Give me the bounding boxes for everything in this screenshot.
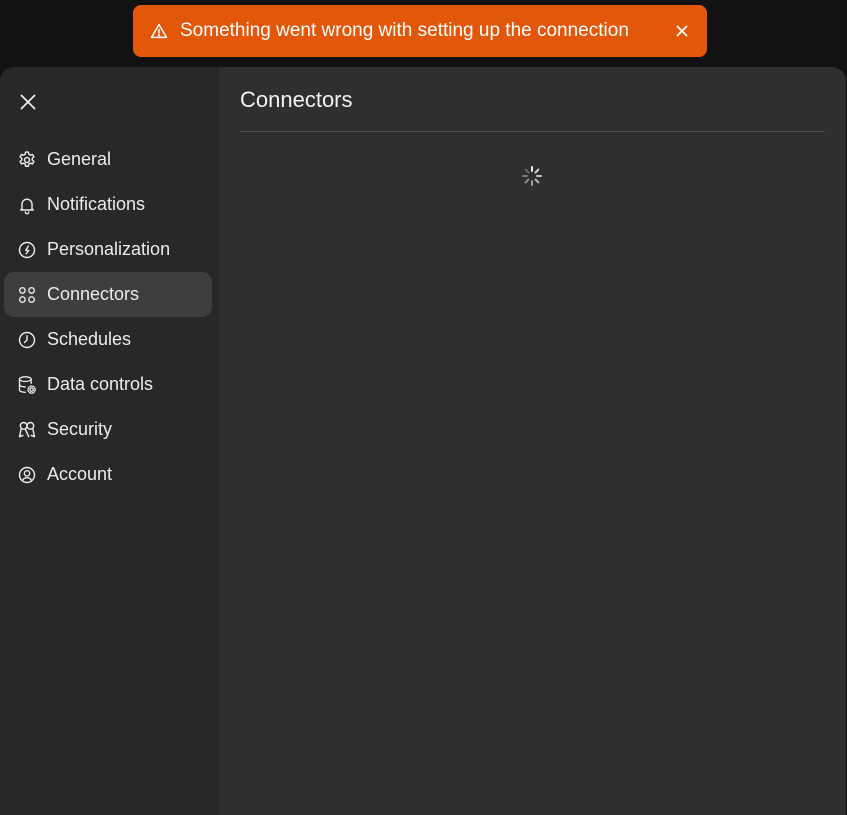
sidebar-item-label: Personalization [47, 239, 171, 259]
sidebar-item-security[interactable]: Security [4, 407, 212, 452]
sidebar-item-label: Schedules [47, 329, 132, 349]
account-icon [16, 464, 38, 486]
connectors-icon [16, 284, 38, 306]
warning-triangle-icon [149, 21, 169, 41]
sidebar-item-data-controls[interactable]: Data controls [4, 362, 212, 407]
sidebar-item-label: Connectors [47, 284, 140, 304]
page-title: Connectors [240, 87, 353, 112]
sidebar-item-account[interactable]: Account [4, 452, 212, 497]
sidebar-item-notifications[interactable]: Notifications [4, 182, 212, 227]
sidebar-item-label: Notifications [47, 194, 146, 214]
toast-close-button[interactable] [673, 22, 691, 40]
bell-icon [16, 194, 38, 216]
toast-message: Something went wrong with setting up the… [180, 20, 629, 41]
sidebar-item-label: General [47, 149, 112, 169]
close-icon [20, 94, 36, 110]
sidebar-item-personalization[interactable]: Personalization [4, 227, 212, 272]
sidebar-item-schedules[interactable]: Schedules [4, 317, 212, 362]
settings-content: Connectors [219, 67, 846, 815]
close-settings-button[interactable] [14, 88, 42, 116]
sidebar-item-label: Security [47, 419, 113, 439]
settings-nav: General Notifications Personalization Co… [4, 137, 212, 497]
sidebar-item-label: Data controls [47, 374, 154, 394]
sidebar-item-general[interactable]: General [4, 137, 212, 182]
personalization-icon [16, 239, 38, 261]
sidebar-item-connectors[interactable]: Connectors [4, 272, 212, 317]
settings-sidebar: General Notifications Personalization Co… [0, 67, 219, 815]
close-icon [676, 25, 688, 37]
clock-icon [16, 329, 38, 351]
error-toast: Something went wrong with setting up the… [133, 5, 707, 57]
page: Something went wrong with setting up the… [0, 0, 847, 815]
title-divider [240, 131, 825, 132]
sidebar-item-label: Account [47, 464, 113, 484]
database-gear-icon [16, 374, 38, 396]
settings-dialog: General Notifications Personalization Co… [0, 67, 846, 815]
spinner-icon [521, 165, 543, 187]
gear-icon [16, 149, 38, 171]
security-icon [16, 419, 38, 441]
